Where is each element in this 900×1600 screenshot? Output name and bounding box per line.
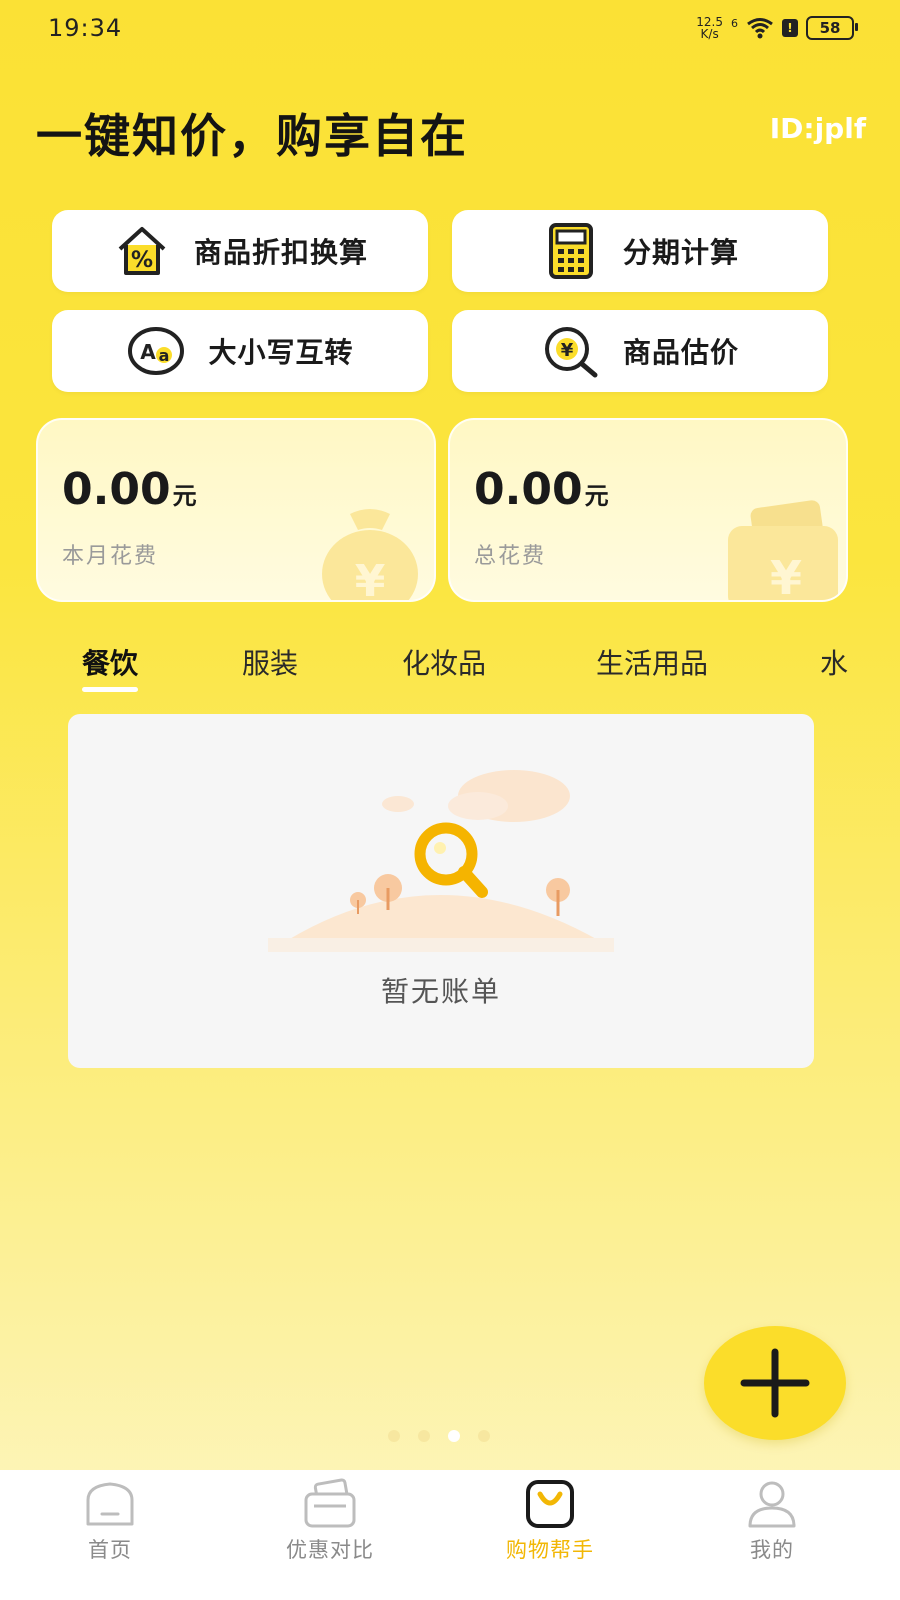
- total-spend-card: 0.00元 总花费 ¥: [448, 418, 848, 602]
- discount-convert-label: 商品折扣换算: [193, 236, 368, 269]
- category-tabs: 餐饮 服装 化妆品 生活用品 水: [0, 642, 900, 692]
- home-icon: [86, 1482, 134, 1526]
- monthly-spend-card: 0.00元 本月花费 ¥: [36, 418, 436, 602]
- status-time: 19:34: [48, 14, 123, 42]
- wallet-icon: ¥: [728, 500, 838, 602]
- case-convert-button[interactable]: A a 大小写互转: [52, 310, 428, 392]
- nav-home[interactable]: 首页: [20, 1478, 200, 1564]
- search-hill-illustration: [268, 770, 614, 952]
- money-bag-icon: ¥: [322, 509, 418, 602]
- svg-text:%: %: [131, 248, 153, 273]
- case-convert-label: 大小写互转: [208, 336, 354, 369]
- installment-calc-label: 分期计算: [622, 236, 739, 269]
- total-spend-caption: 总花费: [474, 544, 547, 569]
- status-icons: 12.5 K/s 6 ! 58: [696, 15, 858, 41]
- svg-text:¥: ¥: [355, 556, 386, 602]
- nav-home-label: 首页: [88, 1538, 132, 1562]
- tab-clothing[interactable]: 服装: [242, 642, 298, 682]
- nav-shopping-helper[interactable]: 购物帮手: [460, 1478, 640, 1564]
- price-estimate-label: 商品估价: [622, 336, 739, 369]
- plus-icon: [740, 1348, 810, 1418]
- battery-icon: 58: [806, 16, 858, 40]
- svg-text:¥: ¥: [770, 551, 802, 602]
- page-dot: [478, 1430, 490, 1442]
- page-dot-active: [448, 1430, 460, 1442]
- calculator-icon: [548, 223, 593, 279]
- bill-list-panel: 暂无账单: [68, 714, 814, 1068]
- price-estimate-button[interactable]: ¥ 商品估价: [452, 310, 828, 392]
- wallet-compare-icon: [304, 1478, 356, 1528]
- installment-calc-button[interactable]: 分期计算: [452, 210, 828, 292]
- wifi-icon: [747, 18, 773, 39]
- shopping-bag-icon: [526, 1480, 574, 1528]
- add-bill-button[interactable]: [704, 1326, 846, 1440]
- case-convert-icon: A a: [128, 327, 185, 375]
- svg-text:A: A: [141, 340, 157, 364]
- page-dot: [418, 1430, 430, 1442]
- nav-shopping-helper-label: 购物帮手: [506, 1538, 594, 1562]
- profile-icon: [748, 1481, 796, 1528]
- tab-catering[interactable]: 餐饮: [82, 642, 139, 692]
- monthly-spend-caption: 本月花费: [62, 544, 159, 569]
- nav-profile-label: 我的: [750, 1538, 794, 1562]
- nav-profile[interactable]: 我的: [682, 1478, 862, 1564]
- page-dot: [388, 1430, 400, 1442]
- user-id: ID:jplf: [769, 112, 866, 145]
- tab-daily-goods[interactable]: 生活用品: [596, 642, 708, 682]
- svg-text:a: a: [159, 346, 170, 365]
- bottom-nav: 首页 优惠对比 购物帮手 我的: [0, 1470, 900, 1600]
- empty-bill-message: 暂无账单: [380, 975, 501, 1008]
- total-spend-amount: 0.00元: [474, 464, 609, 515]
- discount-house-icon: %: [118, 227, 166, 275]
- net-speed: 12.5 K/s: [696, 15, 723, 41]
- page-indicator: [388, 1430, 490, 1442]
- tab-water[interactable]: 水: [820, 642, 848, 682]
- page-headline: 一键知价，购享自在: [36, 109, 468, 163]
- status-bar: 19:34 12.5 K/s 6 ! 58: [0, 0, 900, 60]
- tab-cosmetics[interactable]: 化妆品: [402, 642, 486, 682]
- discount-convert-button[interactable]: % 商品折扣换算: [52, 210, 428, 292]
- alert-icon: !: [782, 19, 798, 37]
- nav-discount-compare[interactable]: 优惠对比: [240, 1478, 420, 1564]
- svg-text:¥: ¥: [561, 340, 574, 361]
- monthly-spend-amount: 0.00元: [62, 464, 197, 515]
- yuan-search-icon: ¥: [544, 327, 598, 378]
- signal-label: 6: [731, 16, 738, 30]
- nav-discount-compare-label: 优惠对比: [286, 1538, 374, 1562]
